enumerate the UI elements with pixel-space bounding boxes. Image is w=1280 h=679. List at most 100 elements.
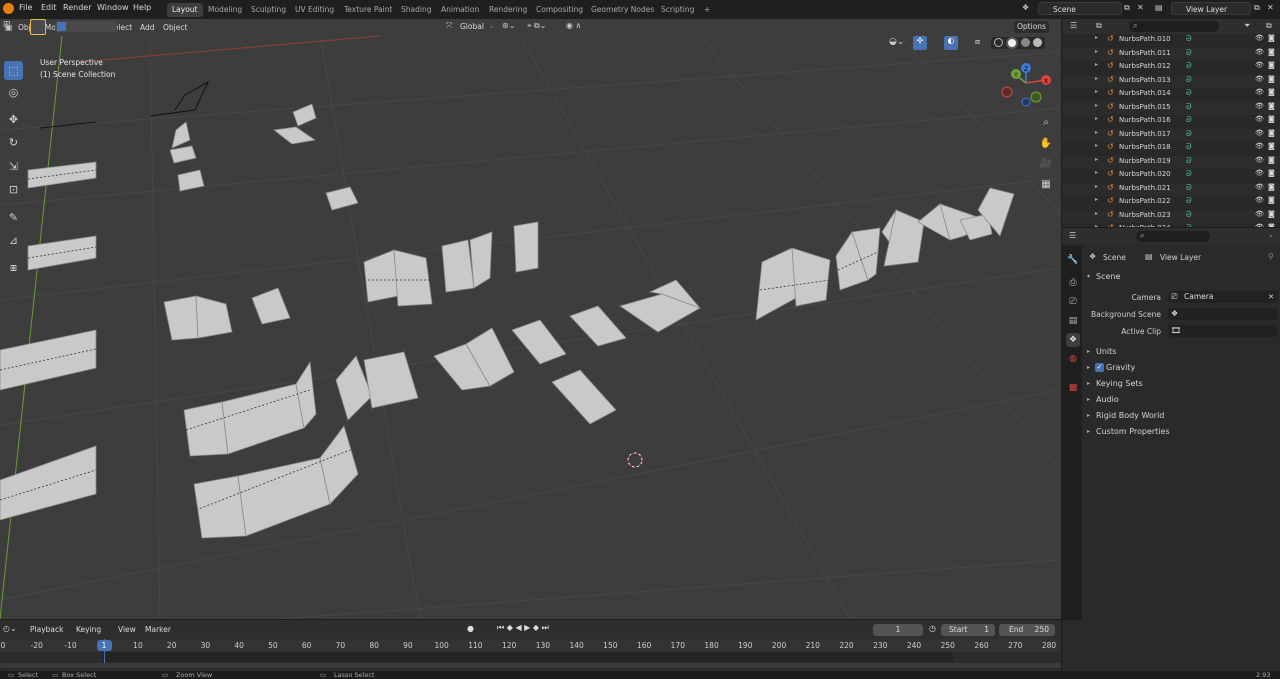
- expand-arrow-icon[interactable]: ▸: [1095, 34, 1098, 41]
- solid-shading-icon[interactable]: [1008, 39, 1016, 47]
- shading-mode-group[interactable]: [991, 37, 1045, 49]
- outliner-item-label[interactable]: NurbsPath.012: [1119, 62, 1171, 70]
- filter-icon[interactable]: ⏷: [1244, 21, 1250, 31]
- properties-search-input[interactable]: [1136, 231, 1210, 242]
- expand-arrow-icon[interactable]: ▸: [1095, 115, 1098, 122]
- eye-icon[interactable]: 👁: [1255, 156, 1264, 164]
- eye-icon[interactable]: 👁: [1255, 196, 1264, 204]
- measure-tool-icon[interactable]: ⊿: [4, 231, 23, 250]
- eye-icon[interactable]: 👁: [1255, 115, 1264, 123]
- outliner-row[interactable]: ▸ ↺ NurbsPath.011 ᘐ 👁 ◙: [1062, 47, 1280, 61]
- menu-timeline-view[interactable]: View: [115, 624, 139, 636]
- tab-rendering[interactable]: Rendering: [484, 3, 532, 17]
- prev-keyframe-icon[interactable]: ◆: [507, 623, 513, 632]
- custom-properties-panel-header[interactable]: Custom Properties: [1096, 427, 1170, 436]
- blender-logo-icon[interactable]: [3, 3, 14, 14]
- keying-sets-panel-header[interactable]: Keying Sets: [1096, 379, 1143, 388]
- outliner-item-label[interactable]: NurbsPath.021: [1119, 184, 1171, 192]
- expand-arrow-icon[interactable]: ▸: [1095, 88, 1098, 95]
- render-camera-icon[interactable]: ◙: [1268, 223, 1275, 227]
- annotate-tool-icon[interactable]: ✎: [4, 208, 23, 227]
- current-frame-field[interactable]: 1: [873, 624, 923, 636]
- expand-arrow-icon[interactable]: ▸: [1095, 102, 1098, 109]
- curve-data-icon[interactable]: ᘐ: [1186, 75, 1192, 85]
- visibility-icon[interactable]: ◒⌄: [889, 37, 909, 49]
- curve-data-icon[interactable]: ᘐ: [1186, 156, 1192, 166]
- rotate-tool-icon[interactable]: ↻: [4, 133, 23, 152]
- timeline-scrollbar[interactable]: [0, 663, 1061, 668]
- eye-icon[interactable]: 👁: [1255, 88, 1264, 96]
- rendered-shading-icon[interactable]: [1033, 38, 1042, 47]
- render-camera-icon[interactable]: ◙: [1268, 210, 1275, 218]
- outliner-row[interactable]: ▸ ↺ NurbsPath.022 ᘐ 👁 ◙: [1062, 196, 1280, 209]
- view-layer-tab-icon[interactable]: ▤: [1066, 314, 1080, 328]
- properties-editor[interactable]: [1062, 228, 1280, 620]
- outliner-row[interactable]: ▸ ↺ NurbsPath.019 ᘐ 👁 ◙: [1062, 155, 1280, 169]
- tab-texture-paint[interactable]: Texture Paint: [339, 3, 397, 17]
- scene-icon[interactable]: ❖: [1022, 3, 1034, 15]
- tab-shading[interactable]: Shading: [396, 3, 436, 17]
- chevron-down-icon[interactable]: ⌄: [1268, 231, 1274, 239]
- background-scene-field[interactable]: ❖: [1168, 308, 1278, 320]
- add-cube-tool-icon[interactable]: ⧆: [4, 258, 23, 277]
- orientation-dropdown[interactable]: Global: [457, 21, 487, 33]
- curve-data-icon[interactable]: ᘐ: [1186, 183, 1192, 193]
- render-camera-icon[interactable]: ◙: [1268, 142, 1275, 150]
- view-layer-icon[interactable]: ▤: [1155, 3, 1167, 15]
- material-shading-icon[interactable]: [1021, 38, 1030, 47]
- rigid-body-world-panel-header[interactable]: Rigid Body World: [1096, 411, 1164, 420]
- menu-marker[interactable]: Marker: [142, 624, 174, 636]
- eye-icon[interactable]: 👁: [1255, 210, 1264, 218]
- tab-animation[interactable]: Animation: [436, 3, 484, 17]
- outliner-item-label[interactable]: NurbsPath.020: [1119, 170, 1171, 178]
- auto-keying-icon[interactable]: ●: [467, 624, 474, 633]
- render-camera-icon[interactable]: ◙: [1268, 75, 1275, 83]
- next-keyframe-icon[interactable]: ◆: [533, 623, 539, 632]
- menu-keying[interactable]: Keying: [73, 624, 104, 636]
- curve-data-icon[interactable]: ᘐ: [1186, 34, 1192, 44]
- render-camera-icon[interactable]: ◙: [1268, 115, 1275, 123]
- delete-view-layer-icon[interactable]: ✕: [1267, 3, 1277, 13]
- eye-icon[interactable]: 👁: [1255, 34, 1264, 42]
- eye-icon[interactable]: 👁: [1255, 129, 1264, 137]
- outliner-item-label[interactable]: NurbsPath.018: [1119, 143, 1171, 151]
- options-button[interactable]: Options: [1014, 21, 1049, 33]
- curve-data-icon[interactable]: ᘐ: [1186, 129, 1192, 139]
- play-reverse-icon[interactable]: ◀: [515, 623, 521, 632]
- curve-data-icon[interactable]: ᘐ: [1186, 223, 1192, 227]
- menu-object[interactable]: Object: [160, 22, 190, 34]
- tab-compositing[interactable]: Compositing: [531, 3, 588, 17]
- preview-range-icon[interactable]: ◷: [929, 624, 936, 633]
- outliner-item-label[interactable]: NurbsPath.016: [1119, 116, 1171, 124]
- outliner-editor-icon[interactable]: ☰: [1070, 21, 1084, 32]
- select-tool-icon[interactable]: [30, 19, 46, 35]
- outliner[interactable]: ☰ ⧉ ⌕ ⏷ ⧉ ▸ ↺ NurbsPath.010 ᘐ 👁 ◙ ▸ ↺ NurbsPath.…: [1062, 19, 1280, 227]
- pan-hand-icon[interactable]: ✋: [1038, 135, 1054, 151]
- render-camera-icon[interactable]: ◙: [1268, 48, 1275, 56]
- outliner-row[interactable]: ▸ ↺ NurbsPath.012 ᘐ 👁 ◙: [1062, 61, 1280, 74]
- cursor-tool-icon[interactable]: ◎: [4, 83, 23, 102]
- menu-edit[interactable]: Edit: [41, 3, 57, 12]
- frame-ruler[interactable]: [0, 639, 1061, 652]
- curve-data-icon[interactable]: ᘐ: [1186, 88, 1192, 98]
- menu-playback[interactable]: Playback: [27, 624, 66, 636]
- overlays-toggle-icon[interactable]: ◐: [944, 36, 958, 50]
- xray-icon[interactable]: ⧈: [975, 37, 987, 49]
- outliner-item-label[interactable]: NurbsPath.010: [1119, 35, 1171, 43]
- outliner-row[interactable]: ▸ ↺ NurbsPath.017 ᘐ 👁 ◙: [1062, 128, 1280, 142]
- new-collection-icon[interactable]: ⧉: [1266, 21, 1272, 31]
- render-camera-icon[interactable]: ◙: [1268, 183, 1275, 191]
- perspective-toggle-icon[interactable]: ▦: [1038, 176, 1054, 192]
- wireframe-shading-icon[interactable]: [994, 38, 1003, 47]
- expand-arrow-icon[interactable]: ▸: [1095, 210, 1098, 217]
- new-selection-icon[interactable]: [57, 22, 66, 31]
- outliner-row[interactable]: ▸ ↺ NurbsPath.016 ᘐ 👁 ◙: [1062, 115, 1280, 128]
- world-tab-icon[interactable]: ◍: [1066, 352, 1080, 366]
- camera-view-icon[interactable]: 🎥: [1038, 155, 1054, 171]
- view-layer-field[interactable]: View Layer: [1171, 2, 1251, 15]
- timeline-editor-icon[interactable]: ◴⌄: [3, 624, 17, 633]
- expand-arrow-icon[interactable]: ▸: [1095, 61, 1098, 68]
- camera-field[interactable]: ⎚ Camera ✕: [1168, 291, 1278, 303]
- outliner-item-label[interactable]: NurbsPath.013: [1119, 76, 1171, 84]
- outliner-item-label[interactable]: NurbsPath.011: [1119, 49, 1171, 57]
